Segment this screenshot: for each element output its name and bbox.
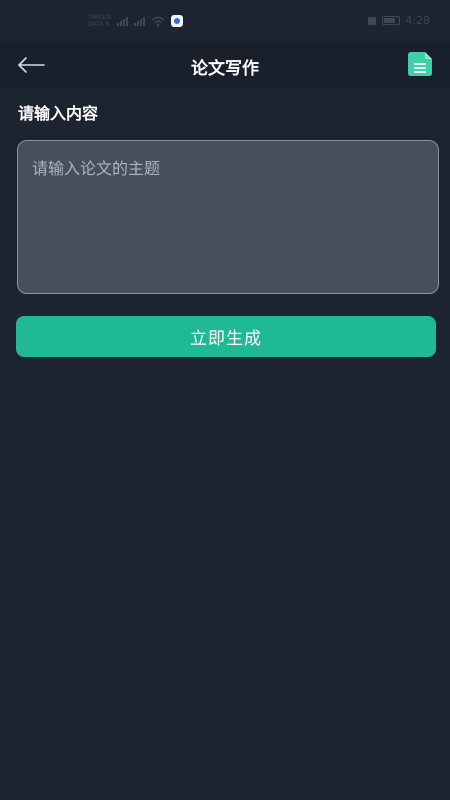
status-bar-right: 4:28 xyxy=(367,14,430,27)
signal-icon xyxy=(134,16,146,26)
network-label-bottom: DATA B xyxy=(88,21,110,28)
status-bar: TIMEUN DATA B 4:28 xyxy=(0,0,450,42)
network-label: TIMEUN DATA B xyxy=(88,14,111,28)
document-list-icon xyxy=(408,52,432,76)
topic-input[interactable] xyxy=(17,140,439,294)
page-title: 论文写作 xyxy=(191,59,259,79)
app-screen: TIMEUN DATA B 4:28 论文写作 请输入内容 请输入论文的主题 立… xyxy=(0,0,450,800)
status-time: 4:28 xyxy=(405,14,430,27)
signal-icon xyxy=(117,16,129,26)
app-badge-icon xyxy=(171,15,184,27)
wifi-icon xyxy=(151,16,165,26)
notification-icon xyxy=(368,16,377,25)
section-label: 请输入内容 xyxy=(18,104,99,123)
document-list-button[interactable] xyxy=(406,51,434,77)
generate-button[interactable]: 立即生成 xyxy=(16,316,436,357)
network-label-top: TIMEUN xyxy=(88,14,112,21)
status-bar-left: TIMEUN DATA B xyxy=(88,14,184,28)
battery-icon xyxy=(382,16,401,25)
app-header: 论文写作 xyxy=(0,42,450,88)
